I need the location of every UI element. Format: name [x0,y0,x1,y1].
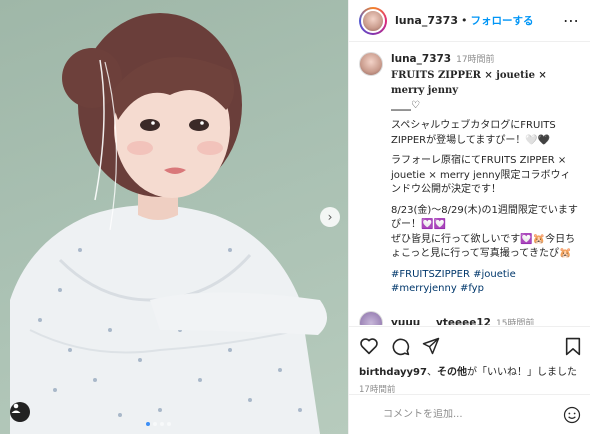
comment-time: 15時間前 [495,319,535,325]
caption-title: FRUITS ZIPPER × jouetie × merry jenny __… [391,68,580,113]
photo-illustration [10,13,328,434]
caption-paragraph-1: スペシャルウェブカタログにFRUITS ZIPPERが登場してますぴー！🤍🖤 [391,120,556,146]
caption-title-text: FRUITS ZIPPER × jouetie × merry jenny [391,70,547,96]
likes-summary: birthdayy97、その他が「いいね！」しました [359,363,581,378]
carousel-indicator [146,422,171,426]
avatar[interactable] [359,6,387,35]
instagram-post: › luna_7373 • フォローする ⋯ luna_7373 17時間前 F… [0,0,590,434]
post-side-panel: luna_7373 • フォローする ⋯ luna_7373 17時間前 FRU… [348,0,590,434]
user-icon [11,403,21,413]
caption-paragraph-2: ラフォーレ原宿にてFRUITS ZIPPER × jouetie × merry… [391,155,571,195]
tagged-users-button[interactable] [10,402,30,422]
comments-area[interactable]: luna_7373 17時間前 FRUITS ZIPPER × jouetie … [349,42,590,325]
likes-others[interactable]: その他 [437,367,467,378]
follow-button[interactable]: フォローする [470,13,533,28]
share-icon[interactable] [422,337,440,355]
bookmark-icon[interactable] [565,337,581,356]
carousel-dot [167,422,171,426]
caption-paragraph-3: 8/23(金)〜8/29(木)の1週間限定でいますぴー！💟💟 ぜひ皆見に行って欲… [391,204,578,260]
more-options-icon[interactable]: ⋯ [563,11,580,30]
likes-mid: 、 [426,367,437,378]
comment-composer [349,394,590,434]
caption: luna_7373 17時間前 FRUITS ZIPPER × jouetie … [359,52,580,297]
comment-row: yuuu___vteeee12 15時間前 [359,310,580,326]
comment-avatar[interactable] [359,310,383,325]
carousel-dot [153,422,157,426]
caption-title-tail: ____♡ [391,100,420,111]
post-header: luna_7373 • フォローする ⋯ [349,0,590,42]
comment-input[interactable] [383,409,563,420]
likes-rest: が「いいね！」しました [466,367,577,378]
comment-username[interactable]: yuuu___vteeee12 [391,317,491,326]
separator-dot: • [460,14,468,27]
header-username[interactable]: luna_7373 [395,14,458,27]
chevron-right-icon: › [327,210,333,224]
comment-icon[interactable] [391,337,410,356]
caption-avatar[interactable] [359,52,383,76]
action-bar: birthdayy97、その他が「いいね！」しました 17時間前 [349,326,590,395]
emoji-icon[interactable] [563,406,581,424]
carousel-next-button[interactable]: › [320,207,340,227]
caption-hashtags[interactable]: #FRUITSZIPPER #jouetie #merryjenny #fyp [391,268,580,297]
likes-user[interactable]: birthdayy97 [359,367,427,378]
heart-icon[interactable] [359,337,379,355]
carousel-dot [160,422,164,426]
caption-time: 17時間前 [456,55,495,65]
carousel-dot [146,422,150,426]
post-photo[interactable]: › [0,0,348,434]
caption-username[interactable]: luna_7373 [391,53,451,65]
